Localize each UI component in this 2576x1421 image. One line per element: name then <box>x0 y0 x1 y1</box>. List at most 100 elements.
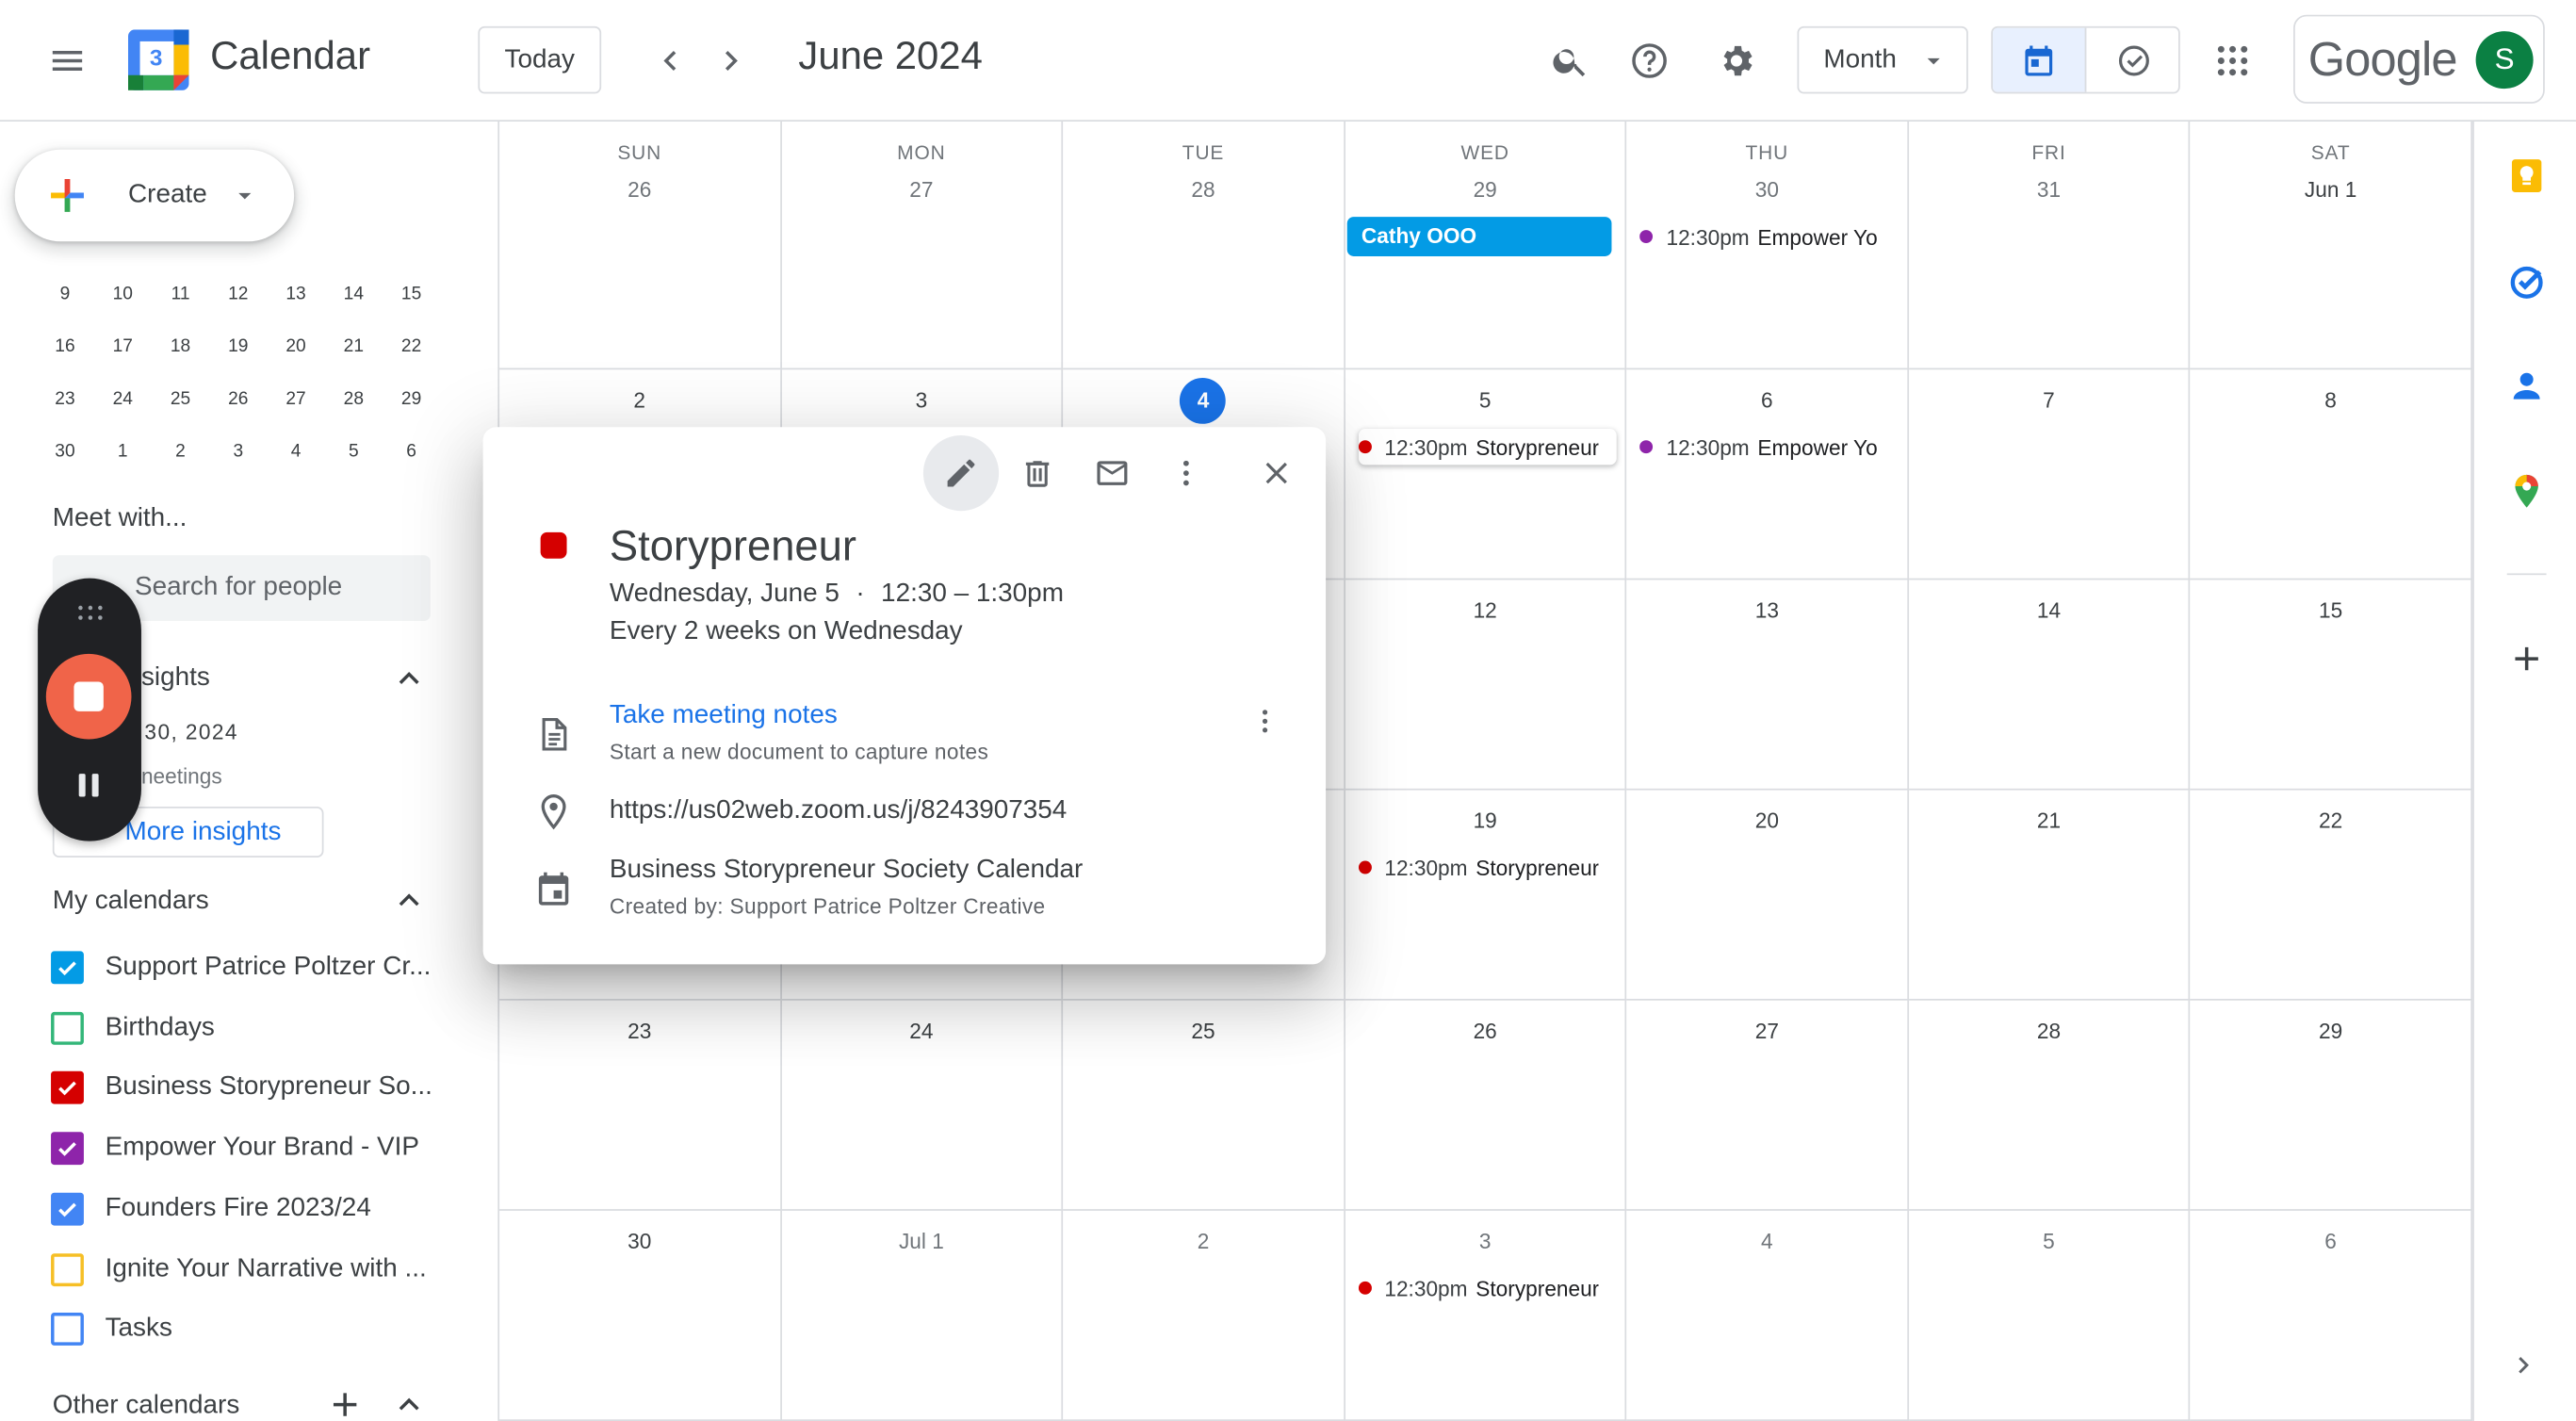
date-number[interactable]: 31 <box>1909 177 2189 202</box>
day-cell[interactable]: 6 <box>2190 1210 2473 1421</box>
date-number[interactable]: 12 <box>1345 598 1624 623</box>
day-cell[interactable]: 27 <box>1626 1000 1909 1211</box>
keep-notes-icon[interactable] <box>2494 143 2560 209</box>
calendar-checkbox[interactable] <box>51 951 84 985</box>
mini-calendar-day[interactable]: 24 <box>94 374 152 423</box>
day-cell[interactable]: 29 <box>2190 1000 2473 1211</box>
add-other-calendar-plus-icon[interactable] <box>312 1372 378 1421</box>
date-number[interactable]: 4 <box>1627 1229 1907 1253</box>
next-month-button[interactable] <box>698 28 764 94</box>
my-calendars-collapse-chevron-icon[interactable] <box>376 868 442 934</box>
day-cell[interactable]: SUN 26 <box>499 122 782 370</box>
delete-event-trash-icon[interactable] <box>1003 440 1069 506</box>
date-number[interactable]: 5 <box>1345 387 1624 412</box>
calendar-list-item[interactable]: Empower Your Brand - VIP <box>51 1122 445 1175</box>
calendar-checkbox[interactable] <box>51 1071 84 1105</box>
mini-calendar-day[interactable]: 5 <box>325 427 383 476</box>
date-number[interactable]: 26 <box>499 177 779 202</box>
maps-icon[interactable] <box>2494 458 2560 524</box>
date-number[interactable]: 27 <box>781 177 1061 202</box>
date-number[interactable]: 19 <box>1345 808 1624 833</box>
notes-more-options-icon[interactable] <box>1232 688 1298 754</box>
date-number[interactable]: 21 <box>1909 808 2189 833</box>
calendar-list-item[interactable]: Founders Fire 2023/24 <box>51 1183 445 1235</box>
mini-calendar-day[interactable]: 15 <box>383 270 440 318</box>
day-cell[interactable]: 20 <box>1626 790 1909 1001</box>
date-number[interactable]: 28 <box>1909 1019 2189 1043</box>
day-cell[interactable]: Jul 1 <box>781 1210 1064 1421</box>
mini-calendar-day[interactable]: 20 <box>267 322 324 371</box>
other-calendars-collapse-chevron-icon[interactable] <box>376 1372 442 1421</box>
mini-calendar-day[interactable]: 26 <box>209 374 267 423</box>
mini-calendar-day[interactable]: 9 <box>36 270 93 318</box>
date-number[interactable]: 2 <box>499 387 779 412</box>
event-chip[interactable]: 12:30pm Empower Yo <box>1639 429 1899 465</box>
date-number[interactable]: 30 <box>499 1229 779 1253</box>
mini-calendar-day[interactable]: 12 <box>209 270 267 318</box>
calendar-view-icon[interactable] <box>1992 27 2087 92</box>
date-number[interactable]: 5 <box>1909 1229 2189 1253</box>
date-number[interactable]: 6 <box>1627 387 1907 412</box>
stop-recording-button[interactable] <box>45 653 132 740</box>
day-cell[interactable]: 12 <box>1345 580 1627 791</box>
mini-calendar-day[interactable]: 23 <box>36 374 93 423</box>
date-number[interactable]: 7 <box>1909 387 2189 412</box>
day-cell[interactable]: 3 <box>1345 1210 1627 1421</box>
calendar-list-item[interactable]: Birthdays <box>51 1002 445 1054</box>
date-number[interactable]: Jun 1 <box>2191 177 2470 202</box>
calendar-list-item[interactable]: Support Patrice Poltzer Cr... <box>51 941 445 994</box>
calendar-checkbox[interactable] <box>51 1011 84 1045</box>
event-chip[interactable]: 12:30pm Storypreneur <box>1358 1270 1617 1306</box>
date-number[interactable]: 8 <box>2191 387 2470 412</box>
day-cell[interactable]: 2 <box>1063 1210 1345 1421</box>
day-cell[interactable]: 21 <box>1908 790 2191 1001</box>
day-cell[interactable]: 15 <box>2190 580 2473 791</box>
day-cell[interactable]: 4 <box>1626 1210 1909 1421</box>
mini-calendar-day[interactable]: 18 <box>152 322 209 371</box>
apps-grid-icon[interactable] <box>2200 28 2266 94</box>
settings-gear-icon[interactable] <box>1704 28 1769 94</box>
date-number[interactable]: 3 <box>781 387 1061 412</box>
contacts-icon[interactable] <box>2494 353 2560 419</box>
main-menu-icon[interactable] <box>35 28 101 94</box>
mini-calendar-day[interactable]: 28 <box>325 374 383 423</box>
date-number[interactable]: 29 <box>1345 177 1624 202</box>
calendar-list-item[interactable]: Tasks <box>51 1303 445 1356</box>
date-number[interactable]: 26 <box>1345 1019 1624 1043</box>
date-number[interactable]: 30 <box>1627 177 1907 202</box>
calendar-list-item[interactable]: Ignite Your Narrative with ... <box>51 1243 445 1296</box>
date-number[interactable]: 15 <box>2191 598 2470 623</box>
mini-calendar-day[interactable]: 19 <box>209 322 267 371</box>
today-button[interactable]: Today <box>478 25 602 94</box>
take-meeting-notes-link[interactable]: Take meeting notes <box>610 701 838 730</box>
edit-event-pencil-icon[interactable] <box>922 435 1000 512</box>
day-cell[interactable]: 7 <box>1908 369 2191 580</box>
day-cell[interactable]: SAT Jun 1 <box>2190 122 2473 370</box>
account-switcher[interactable]: Google S <box>2293 14 2545 104</box>
tasks-app-icon[interactable] <box>2494 248 2560 314</box>
event-chip[interactable]: 12:30pm Storypreneur <box>1358 429 1618 466</box>
date-number[interactable]: 22 <box>2191 808 2470 833</box>
day-cell[interactable]: 14 <box>1908 580 2191 791</box>
date-number[interactable]: 23 <box>499 1019 779 1043</box>
view-select[interactable]: Month <box>1797 25 1968 94</box>
day-cell[interactable]: 5 <box>1908 1210 2191 1421</box>
mini-calendar-day[interactable]: 27 <box>267 374 324 423</box>
date-number[interactable]: 25 <box>1063 1019 1343 1043</box>
mini-calendar-day[interactable]: 6 <box>383 427 440 476</box>
avatar[interactable]: S <box>2475 31 2534 90</box>
pause-icon[interactable] <box>73 772 106 798</box>
get-addons-plus-icon[interactable] <box>2494 626 2560 692</box>
search-icon[interactable] <box>1538 28 1604 94</box>
mini-calendar-day[interactable]: 2 <box>152 427 209 476</box>
day-cell[interactable]: 19 <box>1345 790 1627 1001</box>
mini-calendar-day[interactable]: 17 <box>94 322 152 371</box>
calendar-checkbox[interactable] <box>51 1192 84 1226</box>
mini-calendar-day[interactable]: 1 <box>94 427 152 476</box>
date-number[interactable]: 2 <box>1063 1229 1343 1253</box>
date-number[interactable]: Jul 1 <box>781 1229 1061 1253</box>
mini-calendar-day[interactable]: 29 <box>383 374 440 423</box>
date-number[interactable]: 6 <box>2191 1229 2470 1253</box>
mini-calendar-day[interactable]: 30 <box>36 427 93 476</box>
event-chip[interactable]: 12:30pm Storypreneur <box>1358 849 1617 885</box>
